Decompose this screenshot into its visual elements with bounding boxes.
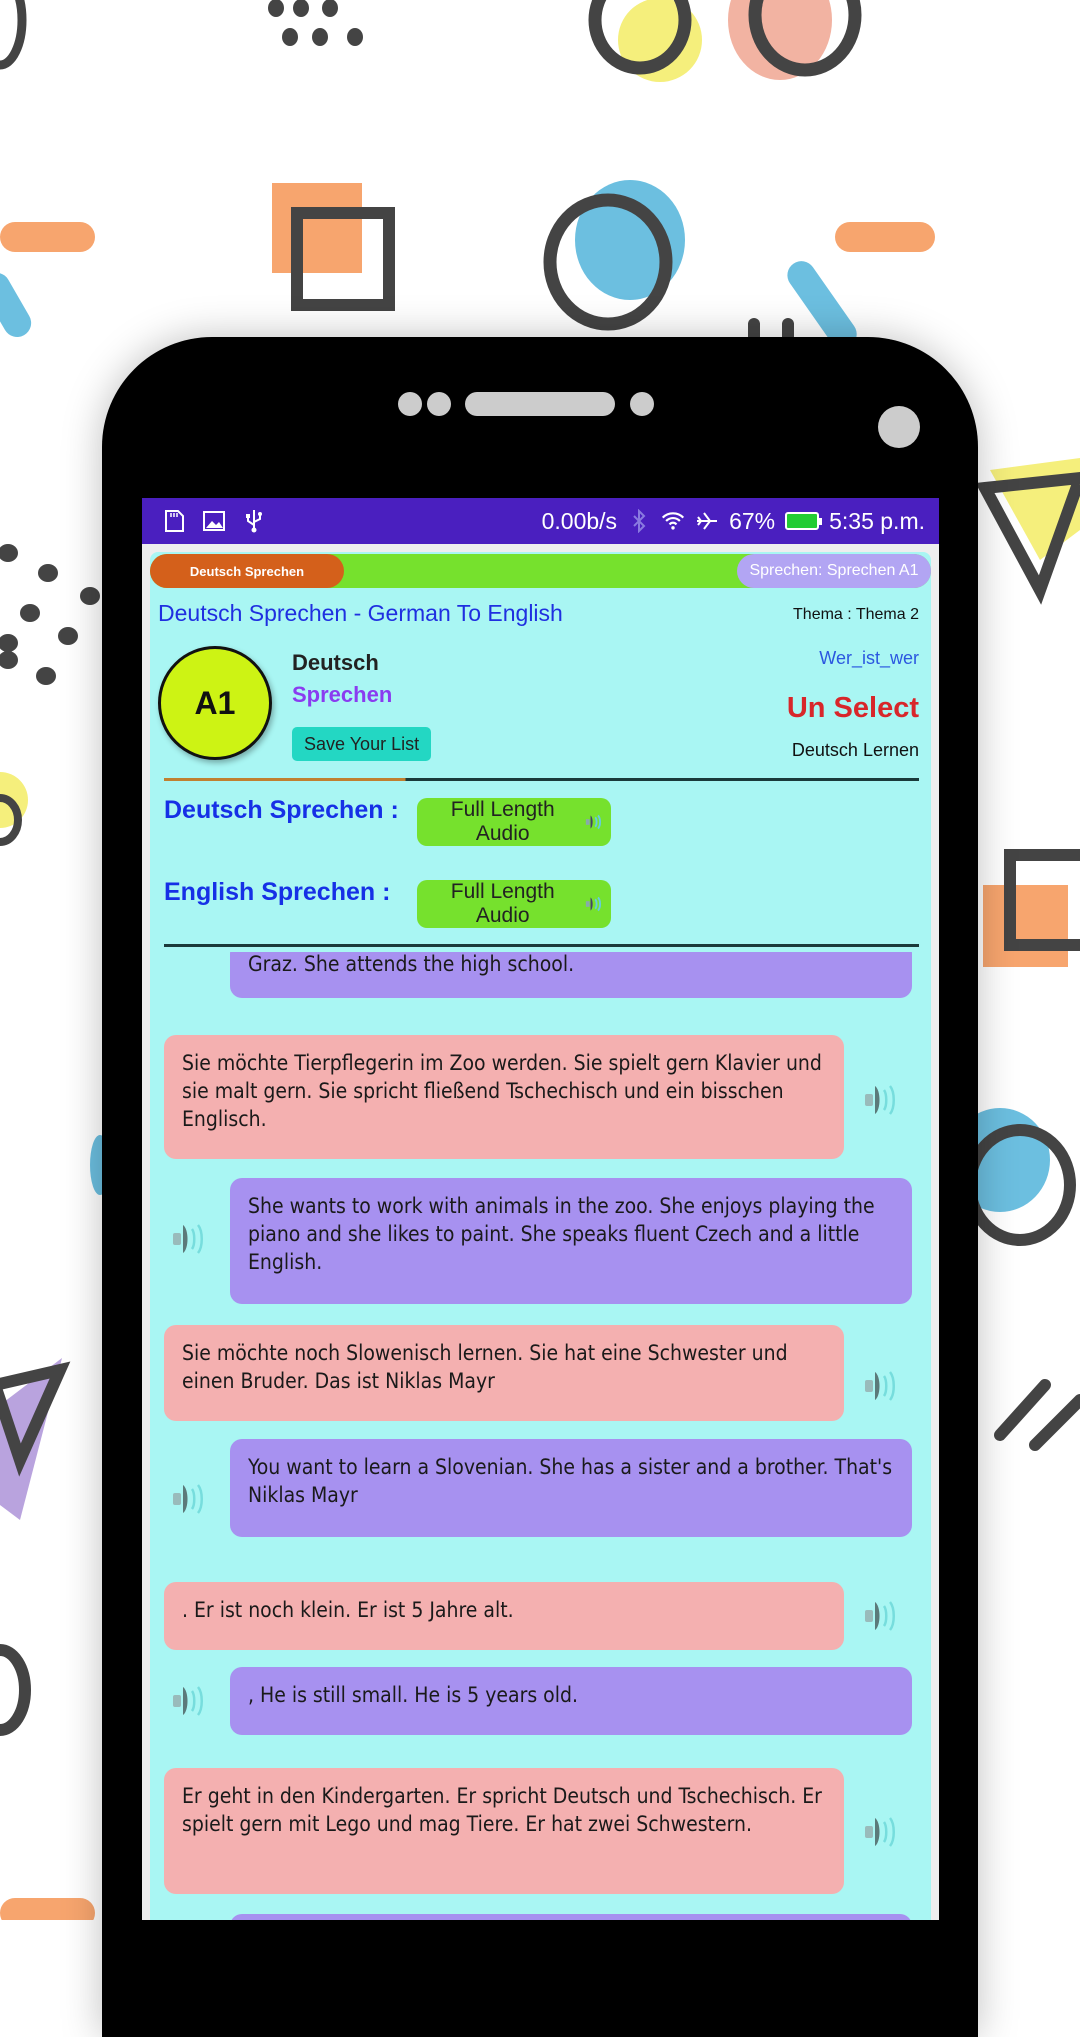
sensor-dot xyxy=(630,392,654,416)
sentence-text: . Er ist noch klein. Er ist 5 Jahre alt. xyxy=(182,1598,514,1622)
speaker-icon xyxy=(586,896,602,912)
sentence-text: She wants to work with animals in the zo… xyxy=(248,1194,875,1274)
english-sentence-bubble[interactable]: You want to learn a Slovenian. She has a… xyxy=(230,1439,912,1537)
level-pill[interactable]: Sprechen: Sprechen A1 xyxy=(737,554,931,588)
speaker-icon[interactable] xyxy=(170,1479,214,1519)
sentence-text: You want to learn a Slovenian. She has a… xyxy=(248,1455,893,1507)
speaker-icon[interactable] xyxy=(862,1812,906,1852)
sensor-dot xyxy=(427,392,451,416)
audio-button-label: Full Length Audio xyxy=(450,880,555,927)
topic-link[interactable]: Wer_ist_wer xyxy=(819,648,919,669)
german-sentence-bubble[interactable]: Sie möchte Tierpflegerin im Zoo werden. … xyxy=(164,1035,844,1159)
app-content: Deutsch Sprechen Sprechen: Sprechen A1 D… xyxy=(150,552,931,1920)
sensor-dot xyxy=(398,392,422,416)
german-sentence-bubble[interactable]: . Er ist noch klein. Er ist 5 Jahre alt. xyxy=(164,1582,844,1650)
phone-screen: 0.00b/s 67% 5:35 p.m. Deutsch Sprechen S… xyxy=(142,498,939,1920)
wifi-icon xyxy=(661,509,685,533)
speaker-icon[interactable] xyxy=(862,1080,906,1120)
skill-label: Sprechen xyxy=(292,682,393,707)
category-pill[interactable]: Deutsch Sprechen xyxy=(150,554,344,588)
battery-percent: 67% xyxy=(729,507,776,534)
sentence-list[interactable]: Graz. She attends the high school. Sie m… xyxy=(150,952,931,1920)
speaker-icon[interactable] xyxy=(170,1681,214,1721)
top-banner: Deutsch Sprechen Sprechen: Sprechen A1 xyxy=(150,554,931,588)
save-list-button[interactable]: Save Your List xyxy=(292,727,432,761)
divider xyxy=(164,778,919,781)
usb-icon xyxy=(242,509,266,533)
front-camera xyxy=(878,406,920,448)
sentence-text: Graz. She attends the high school. xyxy=(248,952,575,976)
deutsch-lernen-link[interactable]: Deutsch Lernen xyxy=(792,740,919,761)
bluetooth-icon xyxy=(627,509,651,533)
earpiece-speaker xyxy=(465,392,615,416)
deutsch-audio-label: Deutsch Sprechen : xyxy=(164,796,399,824)
german-sentence-bubble[interactable]: Er geht in den Kindergarten. Er spricht … xyxy=(164,1768,844,1894)
german-sentence-bubble[interactable]: Sie möchte noch Slowenisch lernen. Sie h… xyxy=(164,1325,844,1421)
speaker-icon[interactable] xyxy=(862,1366,906,1406)
speaker-icon xyxy=(586,814,602,830)
audio-button-label: Full Length Audio xyxy=(450,798,555,845)
airplane-mode-icon xyxy=(695,509,719,533)
english-sentence-bubble[interactable]: Graz. She attends the high school. xyxy=(230,952,912,998)
sd-card-icon xyxy=(162,509,186,533)
english-sentence-bubble[interactable] xyxy=(230,1914,912,1920)
clock: 5:35 p.m. xyxy=(829,507,925,534)
sentence-text: , He is still small. He is 5 years old. xyxy=(248,1683,578,1707)
status-bar: 0.00b/s 67% 5:35 p.m. xyxy=(142,498,939,544)
battery-icon xyxy=(785,512,823,530)
english-sentence-bubble[interactable]: She wants to work with animals in the zo… xyxy=(230,1178,912,1304)
thema-label: Thema : Thema 2 xyxy=(793,606,919,623)
language-label: Deutsch xyxy=(292,650,379,675)
page-title: Deutsch Sprechen - German To English xyxy=(158,600,563,626)
network-speed: 0.00b/s xyxy=(541,507,618,534)
english-full-audio-button[interactable]: Full Length Audio xyxy=(417,880,611,928)
speaker-icon[interactable] xyxy=(170,1219,214,1259)
divider xyxy=(164,944,919,947)
sentence-text: Sie möchte Tierpflegerin im Zoo werden. … xyxy=(182,1051,822,1131)
english-sentence-bubble[interactable]: , He is still small. He is 5 years old. xyxy=(230,1667,912,1735)
english-audio-label: English Sprechen : xyxy=(164,878,391,906)
image-icon xyxy=(202,509,226,533)
unselect-button[interactable]: Un Select xyxy=(787,692,919,725)
sentence-text: Er geht in den Kindergarten. Er spricht … xyxy=(182,1784,822,1836)
deutsch-full-audio-button[interactable]: Full Length Audio xyxy=(417,798,611,846)
level-badge: A1 xyxy=(158,646,272,760)
sentence-text: Sie möchte noch Slowenisch lernen. Sie h… xyxy=(182,1341,788,1393)
speaker-icon[interactable] xyxy=(862,1596,906,1636)
